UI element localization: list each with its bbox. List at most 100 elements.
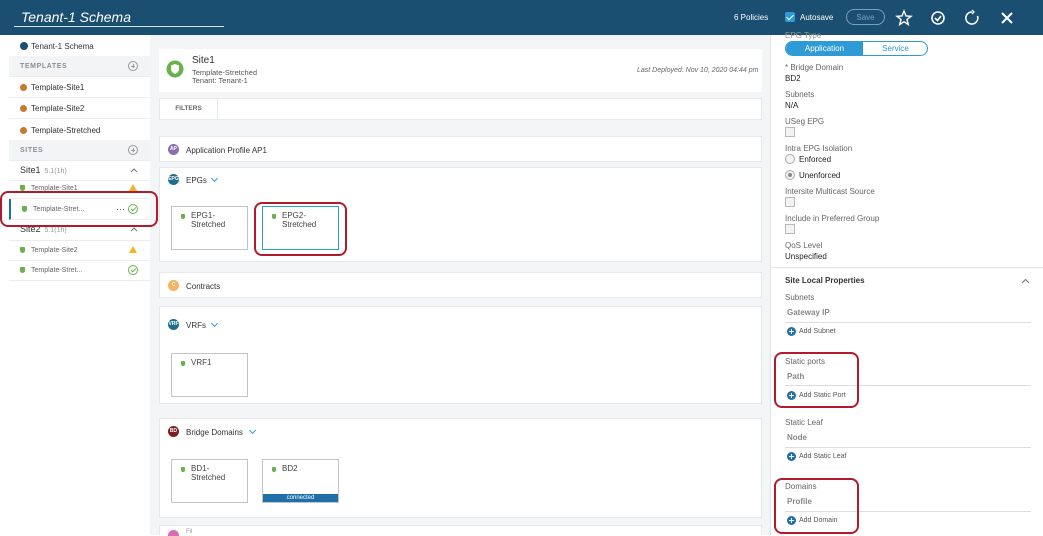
epg-badge-icon: EPG: [168, 174, 179, 185]
sidebar-site2-template-site2[interactable]: Template-Site2: [9, 240, 150, 261]
intra-isolation-label: Intra EPG Isolation: [785, 144, 853, 153]
schema-title-input[interactable]: Tenant-1 Schema: [14, 5, 224, 27]
shield-icon: [181, 467, 185, 472]
highlight-epg2-card: [254, 202, 347, 256]
epg-type-toggle: Application Service: [785, 41, 928, 56]
enforced-radio[interactable]: [785, 154, 795, 164]
sidebar-template-site1[interactable]: Template-Site1: [9, 77, 150, 98]
properties-panel: EPG Type Application Service * Bridge Do…: [770, 31, 1043, 535]
filters-panel-partial: Fil: [159, 525, 762, 536]
contracts-title: Contracts: [186, 282, 221, 291]
chevron-up-icon[interactable]: [1021, 278, 1030, 284]
qos-value[interactable]: Unspecified: [785, 252, 827, 261]
subnets-value: N/A: [785, 101, 799, 110]
gateway-ip-column: Gateway IP: [787, 308, 830, 317]
add-site-icon[interactable]: [128, 145, 138, 155]
filters-input[interactable]: [218, 99, 760, 119]
sidebar-site2-template-stretched[interactable]: Template-Stret...: [9, 260, 150, 281]
check-circle-icon: [128, 265, 138, 275]
shield-icon: [181, 361, 185, 366]
add-template-icon[interactable]: [128, 61, 138, 71]
node-column: Node: [787, 433, 807, 442]
template-icon: [20, 105, 27, 112]
template-icon: [20, 127, 27, 134]
save-button[interactable]: Save: [846, 9, 885, 25]
site-local-properties-title: Site Local Properties: [785, 276, 865, 285]
chevron-down-icon[interactable]: [248, 426, 257, 435]
bd-card-bd2[interactable]: BD2 connected: [262, 459, 339, 503]
connected-status-bar: connected: [263, 494, 338, 502]
divider: [771, 267, 1043, 268]
filter-badge-icon: [168, 530, 179, 536]
refresh-icon[interactable]: [963, 9, 981, 27]
filters-label: FILTERS: [160, 99, 218, 119]
unenforced-radio[interactable]: [785, 170, 795, 180]
top-header: Tenant-1 Schema 6 Policies Autosave Save: [0, 0, 1043, 35]
left-sidebar: Tenant-1 Schema TEMPLATES Template-Site1…: [9, 35, 151, 535]
useg-checkbox[interactable]: [785, 127, 795, 137]
type-application-option[interactable]: Application: [786, 42, 863, 55]
shield-icon: [20, 267, 25, 273]
bd-card-bd1[interactable]: BD1- Stretched: [171, 459, 248, 503]
app-profile-title: Application Profile AP1: [186, 146, 267, 155]
epgs-title: EPGs: [186, 176, 207, 185]
vrfs-title: VRFs: [186, 321, 206, 330]
site-tenant: Tenant: Tenant-1: [192, 76, 248, 85]
divider: [785, 447, 1031, 448]
bridge-domain-label: * Bridge Domain: [785, 63, 844, 72]
bridge-domains-title: Bridge Domains: [186, 428, 243, 437]
chevron-down-icon[interactable]: [210, 174, 219, 183]
center-canvas: Site1 Template-Stretched Tenant: Tenant-…: [150, 35, 770, 536]
templates-section-header: TEMPLATES: [9, 56, 150, 77]
autosave-label: Autosave: [800, 13, 834, 22]
static-leaf-label: Static Leaf: [785, 418, 823, 427]
vrfs-panel: VRF VRFs VRF1: [159, 306, 762, 404]
sidebar-template-stretched[interactable]: Template-Stretched: [9, 120, 150, 141]
autosave-checkbox[interactable]: [785, 12, 795, 22]
type-service-option[interactable]: Service: [863, 42, 927, 55]
sidebar-template-site2[interactable]: Template-Site2: [9, 98, 150, 119]
intersite-multicast-checkbox[interactable]: [785, 197, 795, 207]
site-subnets-label: Subnets: [785, 293, 815, 302]
star-icon[interactable]: [895, 9, 913, 27]
warning-icon: [129, 184, 137, 191]
sites-section-header: SITES: [9, 140, 150, 161]
bridge-domains-panel: BD Bridge Domains BD1- Stretched BD2 con…: [159, 418, 762, 518]
qos-label: QoS Level: [785, 241, 823, 250]
preferred-group-label: Include in Preferred Group: [785, 214, 880, 223]
add-subnet-button[interactable]: Add Subnet: [799, 328, 836, 335]
subnets-label: Subnets: [785, 90, 815, 99]
shield-icon: [181, 214, 185, 219]
add-static-leaf-button[interactable]: Add Static Leaf: [799, 453, 846, 460]
unenforced-label: Unenforced: [799, 171, 841, 180]
add-subnet-icon[interactable]: [787, 327, 796, 336]
epg-card-epg1[interactable]: EPG1- Stretched: [171, 206, 248, 250]
vrf-badge-icon: VRF: [168, 319, 179, 330]
filters-bar: FILTERS: [159, 98, 762, 120]
last-deployed: Last Deployed: Nov 10, 2020 04:44 pm: [637, 67, 759, 74]
highlight-static-ports: [774, 352, 859, 408]
site-status-icon: [166, 60, 184, 78]
useg-label: USeg EPG: [785, 117, 825, 126]
enforced-label: Enforced: [799, 155, 832, 164]
app-profile-panel[interactable]: AP Application Profile AP1: [159, 136, 762, 162]
deploy-icon[interactable]: [929, 9, 947, 27]
preferred-group-checkbox[interactable]: [785, 224, 795, 234]
site-name: Site1: [192, 55, 215, 66]
vrf-card-vrf1[interactable]: VRF1: [171, 353, 248, 397]
chevron-up-icon[interactable]: [130, 167, 138, 173]
bridge-domain-value[interactable]: BD2: [785, 74, 801, 83]
policies-count: 6 Policies: [734, 13, 769, 22]
template-icon: [20, 84, 27, 91]
site-header-card: Site1 Template-Stretched Tenant: Tenant-…: [159, 49, 762, 92]
close-icon[interactable]: [998, 9, 1016, 27]
contracts-panel[interactable]: C Contracts: [159, 272, 762, 298]
sidebar-schema-item[interactable]: Tenant-1 Schema: [9, 36, 150, 57]
highlight-domains: [774, 478, 859, 534]
highlight-template-stretched: [0, 191, 158, 227]
chevron-down-icon[interactable]: [210, 319, 219, 328]
epg-type-label: EPG Type: [785, 31, 822, 40]
add-static-leaf-icon[interactable]: [787, 452, 796, 461]
shield-icon: [20, 247, 25, 253]
app-profile-badge-icon: AP: [168, 144, 179, 155]
